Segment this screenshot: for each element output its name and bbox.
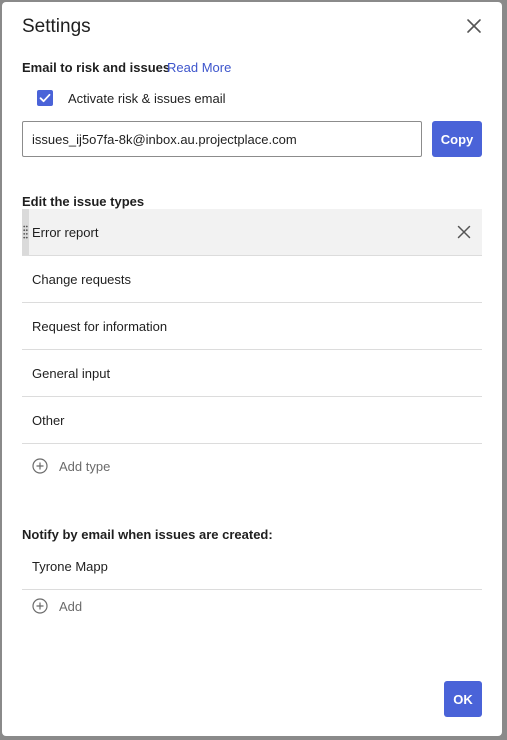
email-section-heading: Email to risk and issues	[22, 60, 171, 75]
issue-type-label: Change requests	[32, 272, 132, 287]
notify-heading: Notify by email when issues are created:	[22, 527, 273, 542]
read-more-link[interactable]: Read More	[167, 60, 231, 75]
issue-type-row[interactable]: Error report	[22, 209, 482, 256]
activate-email-checkbox[interactable]	[37, 90, 53, 106]
add-person-button[interactable]: Add	[32, 595, 112, 619]
issue-type-row[interactable]: Change requests	[22, 256, 482, 303]
close-icon[interactable]	[464, 16, 484, 36]
settings-dialog: Settings Email to risk and issues Read M…	[2, 2, 502, 736]
notify-person-name: Tyrone Mapp	[32, 559, 108, 574]
issue-type-row[interactable]: Other	[22, 397, 482, 444]
add-type-label: Add type	[59, 459, 111, 474]
plus-circle-icon	[32, 598, 48, 614]
issue-type-label: General input	[32, 366, 111, 381]
drag-dots-icon	[23, 225, 28, 239]
issue-type-row[interactable]: General input	[22, 350, 482, 397]
drag-handle[interactable]	[22, 209, 29, 255]
remove-icon[interactable]	[456, 224, 472, 240]
email-address-field[interactable]	[22, 121, 422, 157]
dialog-title: Settings	[22, 16, 91, 37]
plus-circle-icon	[32, 458, 48, 474]
ok-button[interactable]: OK	[444, 681, 482, 717]
add-type-button[interactable]: Add type	[32, 455, 152, 479]
add-person-label: Add	[59, 599, 83, 614]
issue-type-list: Error report Change requests Request for…	[22, 209, 482, 444]
issue-type-label: Request for information	[32, 319, 168, 334]
issue-type-label: Other	[32, 413, 65, 428]
checkmark-icon	[39, 93, 51, 103]
notify-person-row: Tyrone Mapp	[22, 543, 482, 590]
copy-button[interactable]: Copy	[432, 121, 482, 157]
issue-type-row[interactable]: Request for information	[22, 303, 482, 350]
issue-type-label: Error report	[32, 225, 99, 240]
issue-types-heading: Edit the issue types	[22, 194, 145, 209]
activate-email-label: Activate risk & issues email	[68, 91, 226, 106]
